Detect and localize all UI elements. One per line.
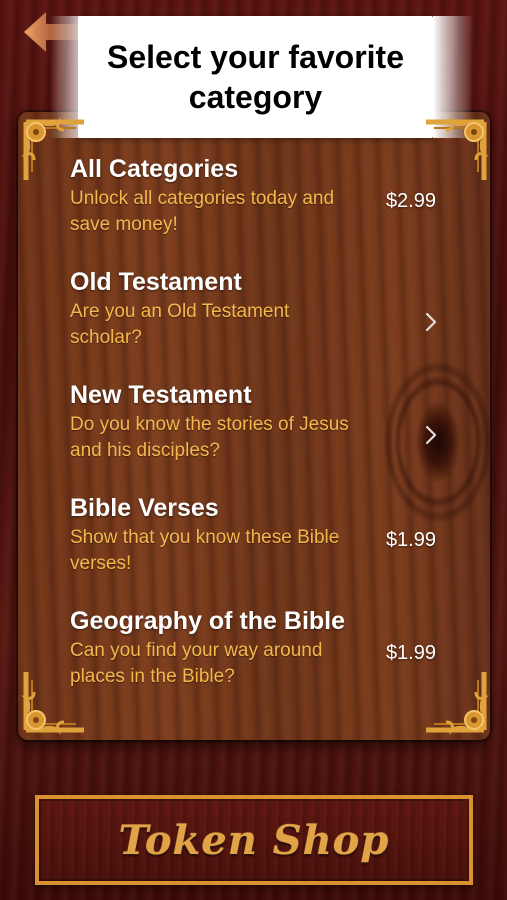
category-title: Geography of the Bible (70, 607, 346, 635)
page-title: Select your favorite category (107, 39, 404, 115)
category-description: Are you an Old Testament scholar? (70, 301, 290, 348)
header-banner: Select your favorite category (50, 16, 473, 138)
category-bible-verses[interactable]: Bible Verses Show that you know these Bi… (70, 491, 450, 604)
category-description: Show that you know these Bible verses! (70, 527, 340, 574)
category-description: Can you find your way around places in t… (70, 640, 323, 687)
category-description: Do you know the stories of Jesus and his… (70, 414, 349, 461)
category-all-categories[interactable]: All Categories Unlock all categories tod… (70, 152, 450, 265)
category-geography-of-the-bible[interactable]: Geography of the Bible Can you find your… (70, 604, 450, 717)
category-description: Unlock all categories today and save mon… (70, 188, 335, 235)
category-screen: Select your favorite category All Catego… (0, 0, 507, 900)
chevron-right-icon (425, 312, 437, 332)
category-title: Bible Verses (70, 494, 219, 522)
chevron-right-icon (425, 425, 437, 445)
category-new-testament[interactable]: New Testament Do you know the stories of… (70, 378, 450, 491)
token-shop-button[interactable]: Token Shop (35, 795, 473, 885)
price-label[interactable]: $2.99 (386, 188, 436, 214)
category-title: All Categories (70, 155, 239, 183)
price-label[interactable]: $1.99 (386, 640, 436, 666)
price-label[interactable]: $1.99 (386, 527, 436, 553)
categories-list: All Categories Unlock all categories tod… (70, 152, 450, 717)
category-title: New Testament (70, 381, 252, 409)
category-title: Old Testament (70, 268, 242, 296)
category-old-testament[interactable]: Old Testament Are you an Old Testament s… (70, 265, 450, 378)
token-shop-label: Token Shop (118, 816, 390, 864)
